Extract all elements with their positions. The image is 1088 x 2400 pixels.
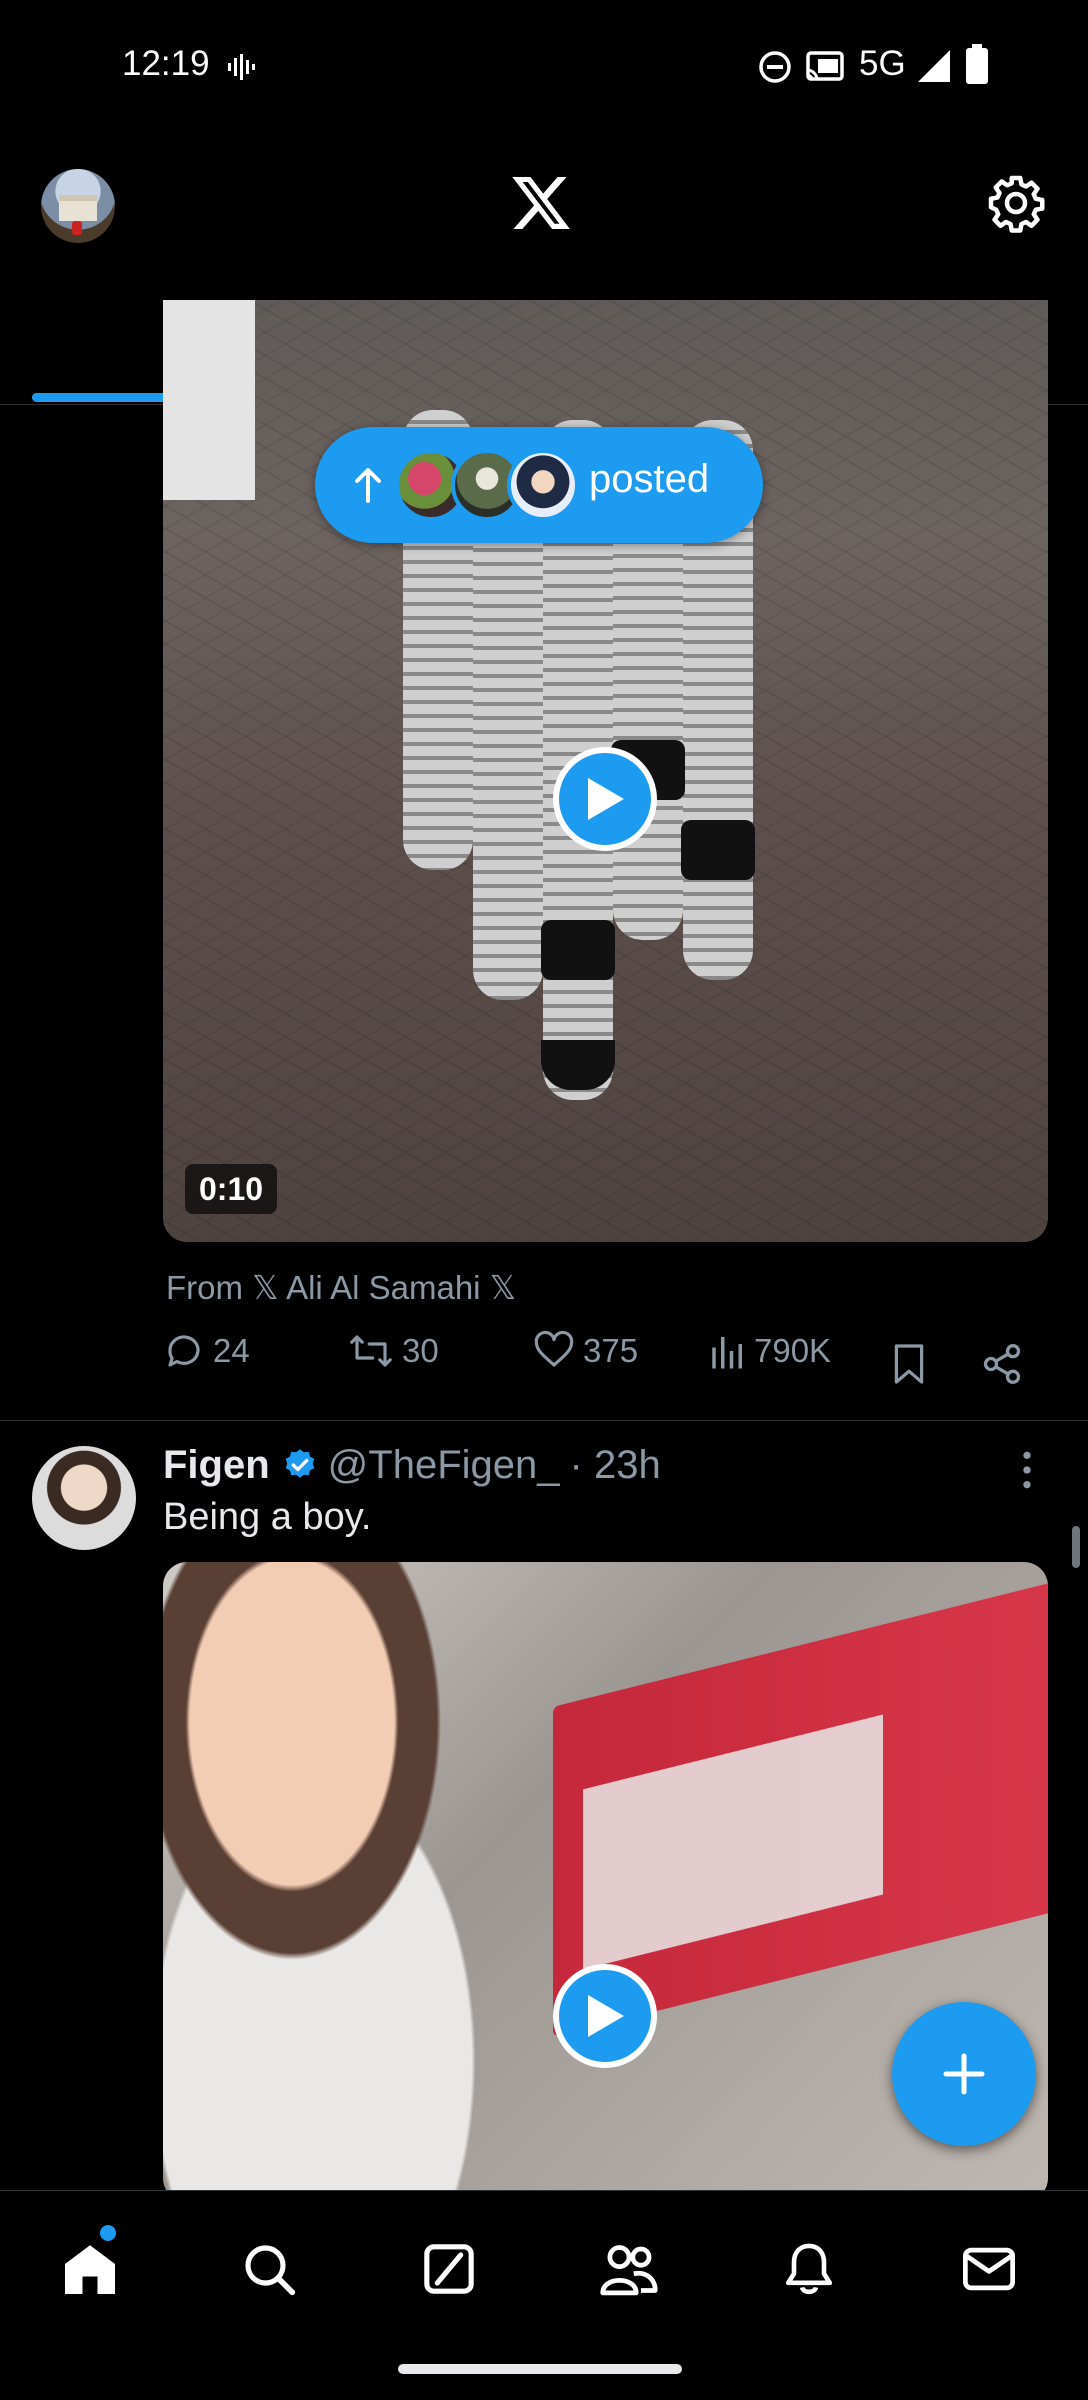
views-chart-icon [712, 1337, 742, 1369]
home-icon [65, 2245, 115, 2294]
tweet-divider [0, 1420, 1088, 1421]
tweet-header: Figen @TheFigen_ · 23h [163, 1440, 661, 1490]
nav-grok[interactable] [409, 2229, 489, 2309]
tweet-timestamp: · 23h [569, 1442, 661, 1487]
repost-button[interactable]: 30 [348, 1330, 439, 1372]
repost-icon [350, 1335, 392, 1367]
avatar-person-shape [72, 221, 82, 235]
tweet-action-bar: 24 30 375 790K [163, 1330, 1048, 1400]
more-options-icon[interactable] [1010, 1448, 1044, 1492]
view-count: 790K [754, 1332, 832, 1369]
play-button[interactable] [553, 747, 657, 851]
cast-icon [806, 51, 844, 81]
tweet-source-attribution[interactable]: From 𝕏 Ali Al Samahi 𝕏 [166, 1268, 516, 1307]
pill-avatar-3 [507, 449, 579, 521]
plus-icon [943, 2053, 985, 2095]
author-name[interactable]: Figen [163, 1443, 270, 1488]
video-baby-figure [163, 1562, 593, 2202]
play-icon [588, 1995, 624, 2037]
do-not-disturb-icon [759, 51, 791, 83]
voice-activity-icon [228, 54, 255, 80]
views-button[interactable]: 790K [710, 1330, 831, 1372]
repost-count: 30 [402, 1332, 439, 1369]
bookmark-icon[interactable] [891, 1342, 927, 1386]
network-type: 5G [859, 44, 906, 83]
nav-communities[interactable] [589, 2229, 669, 2309]
video-signboard [163, 300, 255, 500]
notifications-bell-icon [785, 2243, 833, 2295]
play-icon [588, 778, 624, 820]
messages-envelope-icon [963, 2247, 1015, 2291]
nav-messages[interactable] [949, 2229, 1029, 2309]
new-posts-pill[interactable]: posted [315, 427, 763, 543]
play-button-2[interactable] [553, 1964, 657, 2068]
x-logo-icon [512, 177, 570, 229]
tweet-text: Being a boy. [163, 1496, 372, 1538]
video-duration-badge: 0:10 [185, 1164, 278, 1214]
reply-icon [168, 1335, 200, 1367]
status-bar: 12:19 5G [0, 0, 1088, 135]
author-handle[interactable]: @TheFigen_ [328, 1443, 560, 1488]
share-icon[interactable] [980, 1342, 1024, 1386]
nav-search[interactable] [229, 2229, 309, 2309]
heart-icon [534, 1330, 574, 1367]
search-icon [245, 2245, 296, 2296]
reply-button[interactable]: 24 [163, 1330, 250, 1372]
reply-count: 24 [213, 1332, 250, 1369]
signal-icon [918, 50, 950, 82]
video-cereal-box [553, 1577, 1048, 2037]
settings-gear-icon[interactable] [986, 173, 1046, 233]
like-button[interactable]: 375 [533, 1330, 638, 1372]
new-posts-label: posted [589, 457, 710, 501]
home-notification-dot [100, 2225, 116, 2241]
nav-notifications[interactable] [769, 2229, 849, 2309]
profile-avatar[interactable] [41, 169, 115, 243]
nav-home[interactable] [50, 2229, 130, 2309]
compose-post-button[interactable] [892, 2002, 1036, 2146]
author-avatar[interactable] [32, 1446, 136, 1550]
communities-icon [600, 2245, 658, 2296]
scrollbar-thumb[interactable] [1072, 1526, 1080, 1568]
like-count: 375 [583, 1332, 639, 1369]
system-home-indicator[interactable] [398, 2364, 682, 2374]
grok-icon [424, 2244, 474, 2294]
battery-icon [966, 44, 988, 84]
verified-badge-icon [285, 1449, 314, 1478]
arrow-up-icon [355, 468, 381, 503]
status-time: 12:19 [122, 44, 210, 83]
avatar-building-shape [59, 195, 97, 221]
